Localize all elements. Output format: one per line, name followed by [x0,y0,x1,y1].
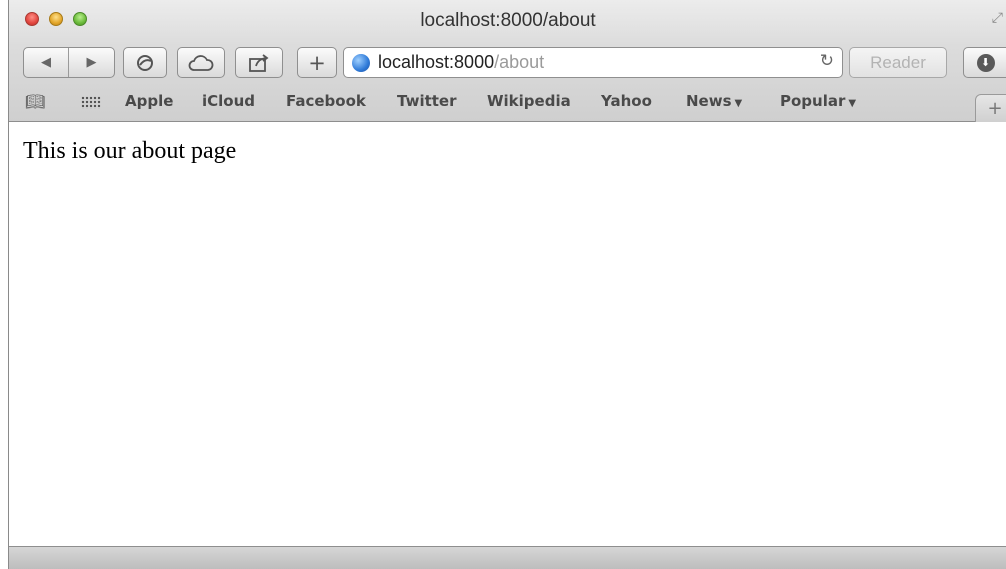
back-button[interactable]: ◀ [24,48,69,77]
top-sites-icon[interactable] [81,96,101,109]
share-button[interactable] [235,47,283,78]
url-host: localhost:8000 [378,52,495,72]
bookmark-apple[interactable]: Apple [125,92,173,110]
chevron-down-icon: ▼ [734,98,743,109]
page-content: This is our about page [9,123,1006,546]
globe-icon [352,53,370,72]
fullscreen-icon[interactable]: ⤢ [992,10,1003,26]
bookmark-news-label: News [686,92,732,110]
download-icon: ⬇ [976,53,995,72]
title-bar: localhost:8000/about ⤢ ◀ ▶ + localhost:8… [9,0,1006,122]
window-title: localhost:8000/about [420,10,596,31]
bookmark-wikipedia[interactable]: Wikipedia [487,92,571,110]
bookmark-yahoo[interactable]: Yahoo [601,92,652,110]
reader-button[interactable]: Reader [849,47,947,78]
history-icon [137,54,153,71]
bookmarks-bar: 📖︎ Apple iCloud Facebook Twitter Wikiped… [9,88,1006,116]
new-tab-button[interactable]: + [297,47,337,78]
reload-icon[interactable]: ↻ [820,51,834,71]
forward-arrow-icon: ▶ [86,55,97,70]
downloads-button[interactable]: ⬇ [963,47,1006,78]
page-body-text: This is our about page [23,138,237,164]
icloud-tabs-button[interactable] [177,47,225,78]
url-path: /about [494,52,545,72]
history-button[interactable] [123,47,167,78]
bookmark-facebook[interactable]: Facebook [286,92,366,110]
address-bar[interactable]: localhost:8000 /about ↻ [343,47,843,78]
add-tab-button[interactable]: + [975,94,1006,122]
back-forward-group: ◀ ▶ [23,47,115,78]
bookmark-popular[interactable]: Popular ▼ [780,92,856,110]
bookmark-news[interactable]: News ▼ [686,92,742,110]
cloud-icon [188,54,214,71]
bookmark-icloud[interactable]: iCloud [202,92,255,110]
browser-window: localhost:8000/about ⤢ ◀ ▶ + localhost:8… [8,0,1006,569]
bookmark-popular-label: Popular [780,92,846,110]
reading-list-icon[interactable]: 📖︎ [25,92,45,111]
forward-button[interactable]: ▶ [69,48,114,77]
chevron-down-icon: ▼ [848,98,857,109]
share-icon [249,53,269,72]
status-bar [9,546,1006,569]
bookmark-twitter[interactable]: Twitter [397,92,457,110]
back-arrow-icon: ◀ [41,55,51,70]
